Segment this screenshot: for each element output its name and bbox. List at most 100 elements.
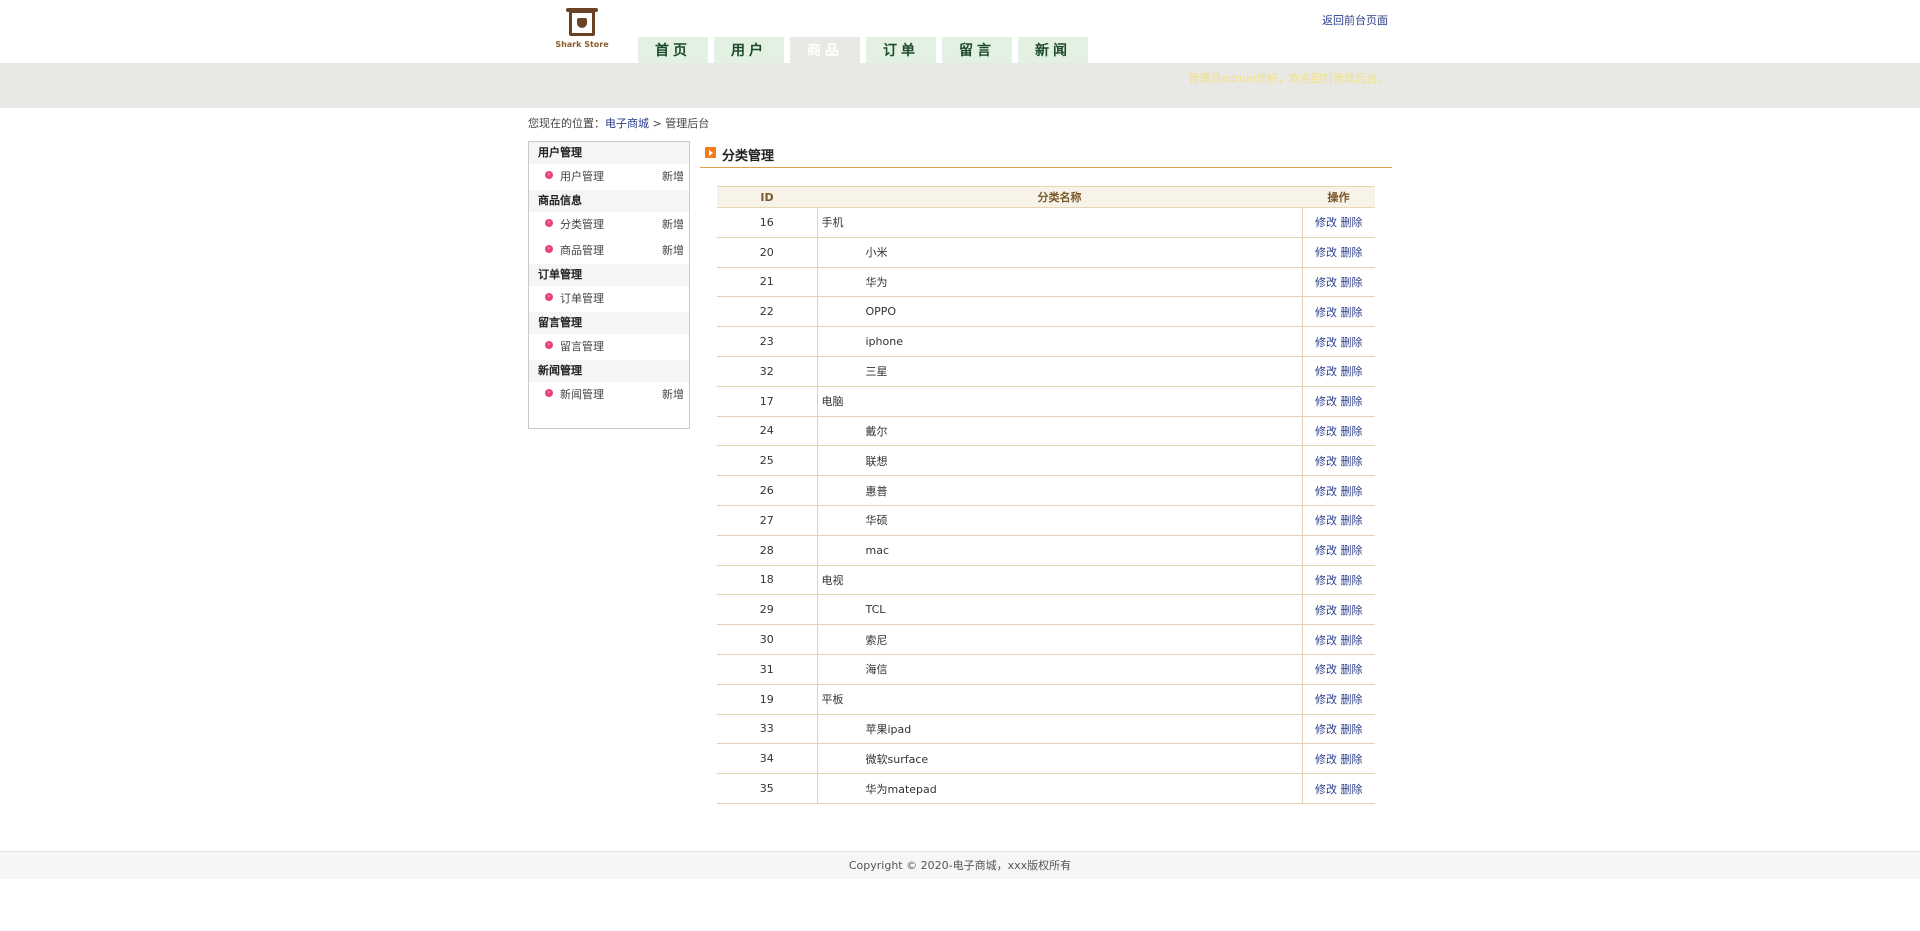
delete-link[interactable]: 删除 [1341, 276, 1363, 289]
sidebar-item[interactable]: › 新闻管理 新增 [529, 382, 689, 408]
nav-tab-5[interactable]: 新闻 [1018, 37, 1088, 63]
sidebar-item-label[interactable]: 分类管理 [560, 218, 604, 231]
delete-link[interactable]: 删除 [1341, 604, 1363, 617]
delete-link[interactable]: 删除 [1341, 753, 1363, 766]
cell-id: 32 [717, 356, 818, 387]
delete-link[interactable]: 删除 [1341, 783, 1363, 796]
edit-link[interactable]: 修改 [1315, 634, 1337, 647]
cell-id: 22 [717, 296, 818, 328]
nav-tab-2[interactable]: 商品 [790, 37, 860, 63]
table-row: 35 华为matepad 修改 删除 [717, 773, 1375, 804]
breadcrumb-home-link[interactable]: 电子商城 [605, 117, 649, 130]
edit-link[interactable]: 修改 [1315, 693, 1337, 706]
breadcrumb: 您现在的位置：电子商城 > 管理后台 [528, 115, 709, 131]
sidebar-item[interactable]: › 留言管理 [529, 334, 689, 360]
cell-actions: 修改 删除 [1301, 505, 1375, 536]
nav-tab-1[interactable]: 用户 [714, 37, 784, 63]
delete-link[interactable]: 删除 [1341, 634, 1363, 647]
edit-link[interactable]: 修改 [1315, 544, 1337, 557]
edit-link[interactable]: 修改 [1315, 723, 1337, 736]
edit-link[interactable]: 修改 [1315, 395, 1337, 408]
sidebar-item-label[interactable]: 用户管理 [560, 170, 604, 183]
cell-id: 18 [717, 565, 818, 596]
sidebar: 用户管理 › 用户管理 新增 商品信息 › 分类管理 新增 › 商品管理 新增 订单管理 › 订单管理 留言… [528, 141, 690, 429]
cell-id: 25 [717, 445, 818, 477]
delete-link[interactable]: 删除 [1341, 485, 1363, 498]
cell-id: 17 [717, 386, 818, 417]
breadcrumb-prefix: 您现在的位置： [528, 117, 605, 130]
nav-tab-3[interactable]: 订单 [866, 37, 936, 63]
sidebar-item-label[interactable]: 商品管理 [560, 244, 604, 257]
sidebar-add-link[interactable]: 新增 [662, 238, 684, 264]
sidebar-add-link[interactable]: 新增 [662, 212, 684, 238]
nav-tab-0[interactable]: 首页 [638, 37, 708, 63]
table-row: 22 OPPO 修改 删除 [717, 296, 1375, 328]
cell-actions: 修改 删除 [1301, 267, 1375, 298]
edit-link[interactable]: 修改 [1315, 365, 1337, 378]
cell-actions: 修改 删除 [1301, 654, 1375, 685]
sidebar-group: 商品信息 › 分类管理 新增 › 商品管理 新增 [529, 190, 689, 264]
sidebar-item-label[interactable]: 新闻管理 [560, 388, 604, 401]
table-row: 23 iphone 修改 删除 [717, 326, 1375, 357]
edit-link[interactable]: 修改 [1315, 246, 1337, 259]
delete-link[interactable]: 删除 [1341, 663, 1363, 676]
edit-link[interactable]: 修改 [1315, 306, 1337, 319]
sidebar-item[interactable]: › 订单管理 [529, 286, 689, 312]
cell-category-name: 小米 [817, 237, 1302, 268]
nav-tab-4[interactable]: 留言 [942, 37, 1012, 63]
delete-link[interactable]: 删除 [1341, 336, 1363, 349]
edit-link[interactable]: 修改 [1315, 336, 1337, 349]
edit-link[interactable]: 修改 [1315, 663, 1337, 676]
delete-link[interactable]: 删除 [1341, 514, 1363, 527]
sidebar-item-label[interactable]: 留言管理 [560, 340, 604, 353]
edit-link[interactable]: 修改 [1315, 753, 1337, 766]
edit-link[interactable]: 修改 [1315, 604, 1337, 617]
logo-text: Shark Store [555, 40, 609, 49]
back-to-front-link[interactable]: 返回前台页面 [1322, 12, 1388, 28]
delete-link[interactable]: 删除 [1341, 723, 1363, 736]
cell-id: 34 [717, 743, 818, 775]
edit-link[interactable]: 修改 [1315, 425, 1337, 438]
cell-category-name: 苹果ipad [817, 714, 1302, 745]
delete-link[interactable]: 删除 [1341, 574, 1363, 587]
edit-link[interactable]: 修改 [1315, 783, 1337, 796]
sidebar-add-link[interactable]: 新增 [662, 382, 684, 408]
delete-link[interactable]: 删除 [1341, 306, 1363, 319]
cell-category-name: 华硕 [817, 505, 1302, 536]
bullet-arrow-icon: › [545, 171, 553, 179]
sidebar-item[interactable]: › 用户管理 新增 [529, 164, 689, 190]
edit-link[interactable]: 修改 [1315, 574, 1337, 587]
main-nav: 首页 用户 商品 订单 留言 新闻 [638, 37, 1094, 63]
edit-link[interactable]: 修改 [1315, 216, 1337, 229]
edit-link[interactable]: 修改 [1315, 485, 1337, 498]
delete-link[interactable]: 删除 [1341, 365, 1363, 378]
table-row: 32 三星 修改 删除 [717, 356, 1375, 387]
delete-link[interactable]: 删除 [1341, 246, 1363, 259]
delete-link[interactable]: 删除 [1341, 395, 1363, 408]
delete-link[interactable]: 删除 [1341, 693, 1363, 706]
cell-actions: 修改 删除 [1301, 237, 1375, 268]
delete-link[interactable]: 删除 [1341, 544, 1363, 557]
cell-id: 26 [717, 475, 818, 506]
cell-category-name: 戴尔 [817, 416, 1302, 447]
delete-link[interactable]: 删除 [1341, 216, 1363, 229]
store-logo[interactable]: Shark Store [554, 8, 610, 52]
delete-link[interactable]: 删除 [1341, 455, 1363, 468]
cell-id: 27 [717, 505, 818, 536]
delete-link[interactable]: 删除 [1341, 425, 1363, 438]
sidebar-item[interactable]: › 商品管理 新增 [529, 238, 689, 264]
cell-id: 28 [717, 535, 818, 566]
edit-link[interactable]: 修改 [1315, 276, 1337, 289]
cell-actions: 修改 删除 [1301, 386, 1375, 417]
cell-actions: 修改 删除 [1301, 475, 1375, 506]
sidebar-item[interactable]: › 分类管理 新增 [529, 212, 689, 238]
section-header: 分类管理 [700, 141, 1392, 168]
sidebar-add-link[interactable]: 新增 [662, 164, 684, 190]
cell-category-name: 索尼 [817, 624, 1302, 655]
edit-link[interactable]: 修改 [1315, 455, 1337, 468]
edit-link[interactable]: 修改 [1315, 514, 1337, 527]
sidebar-item-label[interactable]: 订单管理 [560, 292, 604, 305]
cell-actions: 修改 删除 [1301, 773, 1375, 804]
cell-category-name: iphone [817, 326, 1302, 357]
table-row: 28 mac 修改 删除 [717, 535, 1375, 566]
